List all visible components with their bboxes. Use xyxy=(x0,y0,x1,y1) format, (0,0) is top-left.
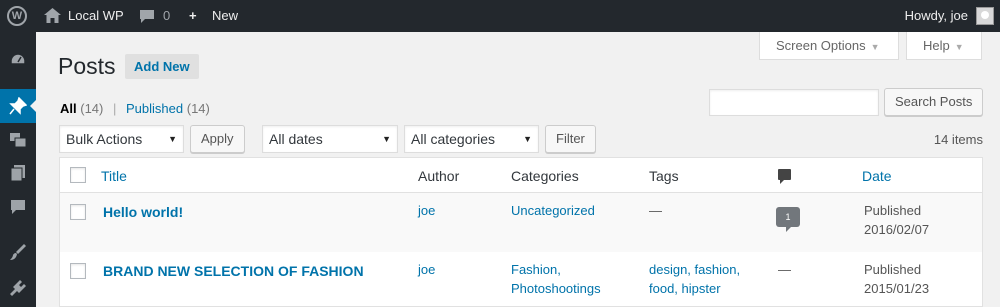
post-tags-links[interactable]: food, hipster xyxy=(649,279,721,299)
plugins-icon xyxy=(10,280,26,296)
wordpress-logo-icon[interactable] xyxy=(7,6,27,26)
menu-item-pages[interactable] xyxy=(0,156,36,190)
search-posts-button[interactable]: Search Posts xyxy=(884,88,984,116)
menu-item-posts[interactable] xyxy=(0,89,36,123)
screen-options-button[interactable]: Screen Options ▼ xyxy=(759,32,899,60)
menu-item-comments[interactable] xyxy=(0,190,36,224)
post-title-link[interactable]: BRAND NEW SELECTION OF FASHION xyxy=(103,261,364,281)
items-count: 14 items xyxy=(933,132,983,147)
filter-button[interactable]: Filter xyxy=(545,125,596,153)
new-content-link[interactable]: New xyxy=(212,0,238,32)
column-title[interactable]: Title xyxy=(101,168,127,184)
help-label: Help xyxy=(923,38,950,53)
plus-icon[interactable]: + xyxy=(189,0,197,32)
select-all-checkbox[interactable] xyxy=(70,167,86,183)
admin-side-menu xyxy=(0,32,36,307)
comments-empty: — xyxy=(778,262,791,277)
row-checkbox[interactable] xyxy=(70,204,86,220)
page-title: Posts xyxy=(58,53,116,79)
howdy-user[interactable]: Howdy, joe xyxy=(905,0,968,32)
column-tags: Tags xyxy=(649,168,679,184)
media-icon xyxy=(10,133,27,148)
add-new-button[interactable]: Add New xyxy=(125,54,199,79)
post-tags-empty: — xyxy=(649,203,662,218)
triangle-down-icon: ▼ xyxy=(954,42,964,52)
comments-count[interactable]: 0 xyxy=(163,0,170,32)
view-separator: | xyxy=(113,101,117,116)
column-date[interactable]: Date xyxy=(862,168,892,184)
help-button[interactable]: Help ▼ xyxy=(906,32,982,60)
pin-icon xyxy=(9,97,27,115)
table-header: Title Author Categories Tags Date xyxy=(60,158,982,193)
view-all-link[interactable]: All (14) xyxy=(60,101,103,116)
menu-item-media[interactable] xyxy=(0,123,36,157)
post-status-views: All (14) | Published (14) xyxy=(60,101,210,116)
appearance-icon xyxy=(10,244,26,260)
post-date: 2016/02/07 xyxy=(864,222,930,237)
post-category-link[interactable]: Photoshootings xyxy=(511,279,601,299)
admin-bar: Local WP 0 + New Howdy, joe xyxy=(0,0,1000,32)
comments-menu-icon xyxy=(11,200,25,214)
table-row: BRAND NEW SELECTION OF FASHION joe Fashi… xyxy=(60,252,982,307)
screen-options-label: Screen Options xyxy=(776,38,866,53)
menu-item-plugins[interactable] xyxy=(0,271,36,305)
caret-down-icon: ▼ xyxy=(168,134,177,144)
post-category-link[interactable]: Fashion, xyxy=(511,260,561,280)
search-input[interactable] xyxy=(709,89,879,116)
column-categories: Categories xyxy=(511,168,579,184)
apply-button[interactable]: Apply xyxy=(190,125,245,153)
date-filter-select[interactable]: All dates ▼ xyxy=(262,125,398,153)
posts-table: Title Author Categories Tags Date Hello … xyxy=(59,157,983,307)
post-title-link[interactable]: Hello world! xyxy=(103,202,183,222)
site-name-link[interactable]: Local WP xyxy=(68,0,124,32)
triangle-down-icon: ▼ xyxy=(870,42,880,52)
pages-icon xyxy=(10,165,25,182)
comment-count-bubble[interactable]: 1 xyxy=(776,207,800,232)
bulk-actions-select[interactable]: Bulk Actions ▼ xyxy=(59,125,184,153)
post-tags-links[interactable]: design, fashion, xyxy=(649,260,740,280)
post-date: 2015/01/23 xyxy=(864,281,930,296)
table-row: Hello world! joe Uncategorized — 1 Publi… xyxy=(60,193,982,252)
post-date-status: Published xyxy=(864,262,922,277)
post-category-link[interactable]: Uncategorized xyxy=(511,201,595,221)
caret-down-icon: ▼ xyxy=(382,134,391,144)
post-author-link[interactable]: joe xyxy=(418,260,435,280)
menu-item-appearance[interactable] xyxy=(0,235,36,269)
view-published-link[interactable]: Published (14) xyxy=(126,101,210,116)
column-author: Author xyxy=(418,168,460,184)
comments-column-icon[interactable] xyxy=(778,169,791,184)
row-checkbox[interactable] xyxy=(70,263,86,279)
dashboard-icon xyxy=(10,53,26,65)
category-filter-select[interactable]: All categories ▼ xyxy=(404,125,539,153)
menu-item-dashboard[interactable] xyxy=(0,43,36,77)
post-author-link[interactable]: joe xyxy=(418,201,435,221)
avatar[interactable] xyxy=(976,7,994,25)
caret-down-icon: ▼ xyxy=(523,134,532,144)
post-date-status: Published xyxy=(864,203,922,218)
